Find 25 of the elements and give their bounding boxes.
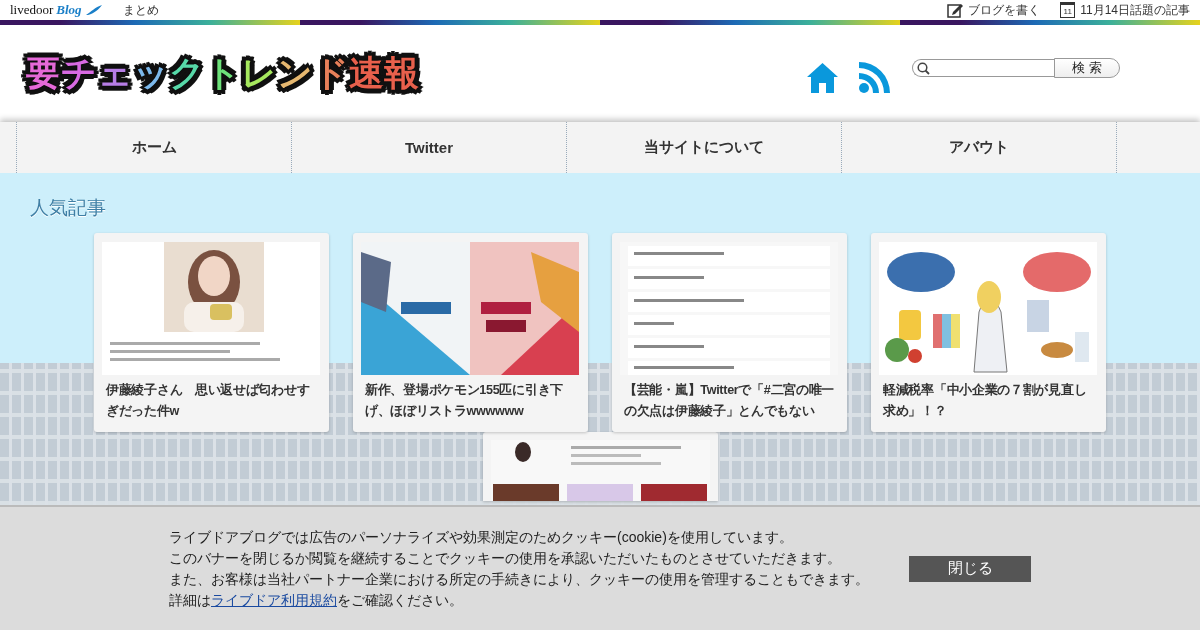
article-title[interactable]: 軽減税率「中小企業の７割が見直し求め」！？	[879, 380, 1098, 422]
close-button[interactable]: 閉じる	[909, 555, 1031, 582]
brand-blog[interactable]: Blog	[56, 2, 82, 18]
article-title[interactable]: 伊藤綾子さん 思い返せば匂わせすぎだった件w	[102, 380, 321, 422]
section-title: 人気記事	[30, 196, 107, 220]
article-card[interactable]: 【芸能・嵐】Twitterで「#二宮の唯一の欠点は伊藤綾子」とんでもない	[612, 233, 847, 432]
feather-icon	[84, 4, 103, 16]
home-icon[interactable]	[807, 62, 838, 93]
topics-link[interactable]: 11月14日話題の記事	[1080, 1, 1190, 19]
search-field[interactable]	[912, 59, 1054, 77]
matome-link[interactable]: まとめ	[122, 1, 159, 19]
pencil-icon	[947, 2, 964, 18]
article-title[interactable]: 新作、登場ポケモン155匹に引き下げ、ほぼリストラwwwwww	[361, 380, 580, 422]
article-card[interactable]: 新作、登場ポケモン155匹に引き下げ、ほぼリストラwwwwww	[353, 233, 588, 432]
article-card[interactable]: 軽減税率「中小企業の７割が見直し求め」！？	[871, 233, 1106, 432]
brand-name[interactable]: livedoor	[10, 2, 54, 18]
article-card[interactable]	[483, 432, 718, 501]
cookie-notice: ライブドアブログでは広告のパーソナライズや効果測定のためクッキー(cookie)を使用しています。 このバナーを閉じるか閲覧を継続することでクッキーの使用を承認いただいたものとさせていただきます。 また、お客様は当社パートナー企業における所定の手続きにより、クッキーの使用を管理することもできます。 詳細はライブドア利用規約をご確認ください。	[169, 527, 870, 610]
article-title[interactable]: 【芸能・嵐】Twitterで「#二宮の唯一の欠点は伊藤綾子」とんでもない	[620, 380, 839, 422]
search-icon	[917, 61, 930, 75]
write-blog-link[interactable]: ブログを書く	[968, 1, 1041, 19]
rss-icon[interactable]	[859, 62, 890, 93]
search-button[interactable]: 検 索	[1054, 58, 1120, 78]
article-card[interactable]: 伊藤綾子さん 思い返せば匂わせすぎだった件w	[94, 233, 329, 432]
terms-link[interactable]: ライブドア利用規約	[211, 591, 337, 608]
